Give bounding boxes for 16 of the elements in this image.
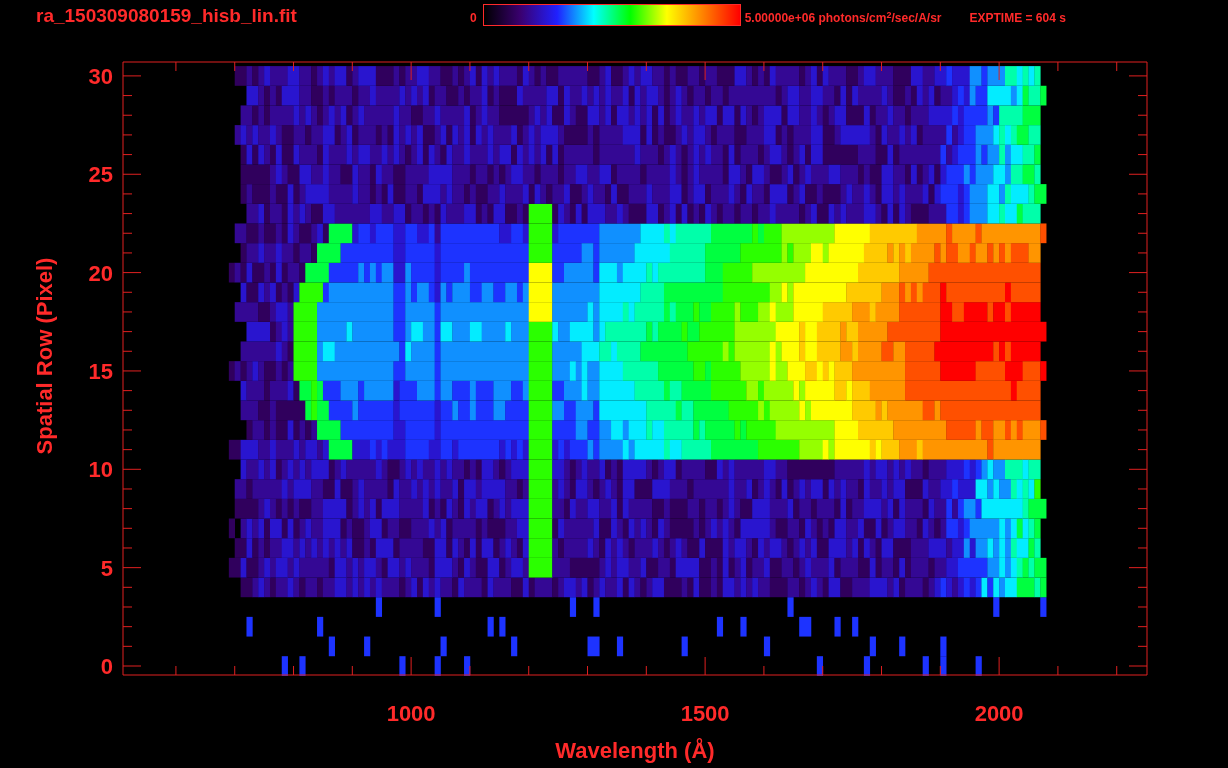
- y-axis-label: Spatial Row (Pixel): [32, 257, 57, 455]
- colorbar-min-label: 0: [470, 10, 477, 27]
- y-tick-label: 25: [88, 162, 113, 188]
- y-tick-label: 20: [88, 260, 113, 286]
- colorbar-max-label: 5.00000e+06 photons/cm$^{2}$/sec/A/sr: [744, 8, 942, 27]
- x-axis-label: Wavelength (Å): [555, 738, 715, 763]
- y-tick-label: 30: [88, 63, 113, 89]
- y-tick-label: 5: [100, 555, 113, 581]
- exposure-time: EXPTIME = 604 s: [969, 10, 1066, 27]
- x-tick-label: 1500: [680, 701, 730, 726]
- y-tick-label: 10: [88, 457, 113, 483]
- plot-title: ra_150309080159_hisb_lin.fit: [36, 4, 298, 28]
- y-tick-label: 0: [100, 654, 113, 679]
- y-tick-label: 15: [88, 358, 113, 384]
- x-tick-label: 1000: [386, 701, 436, 726]
- x-tick-label: 2000: [974, 701, 1024, 726]
